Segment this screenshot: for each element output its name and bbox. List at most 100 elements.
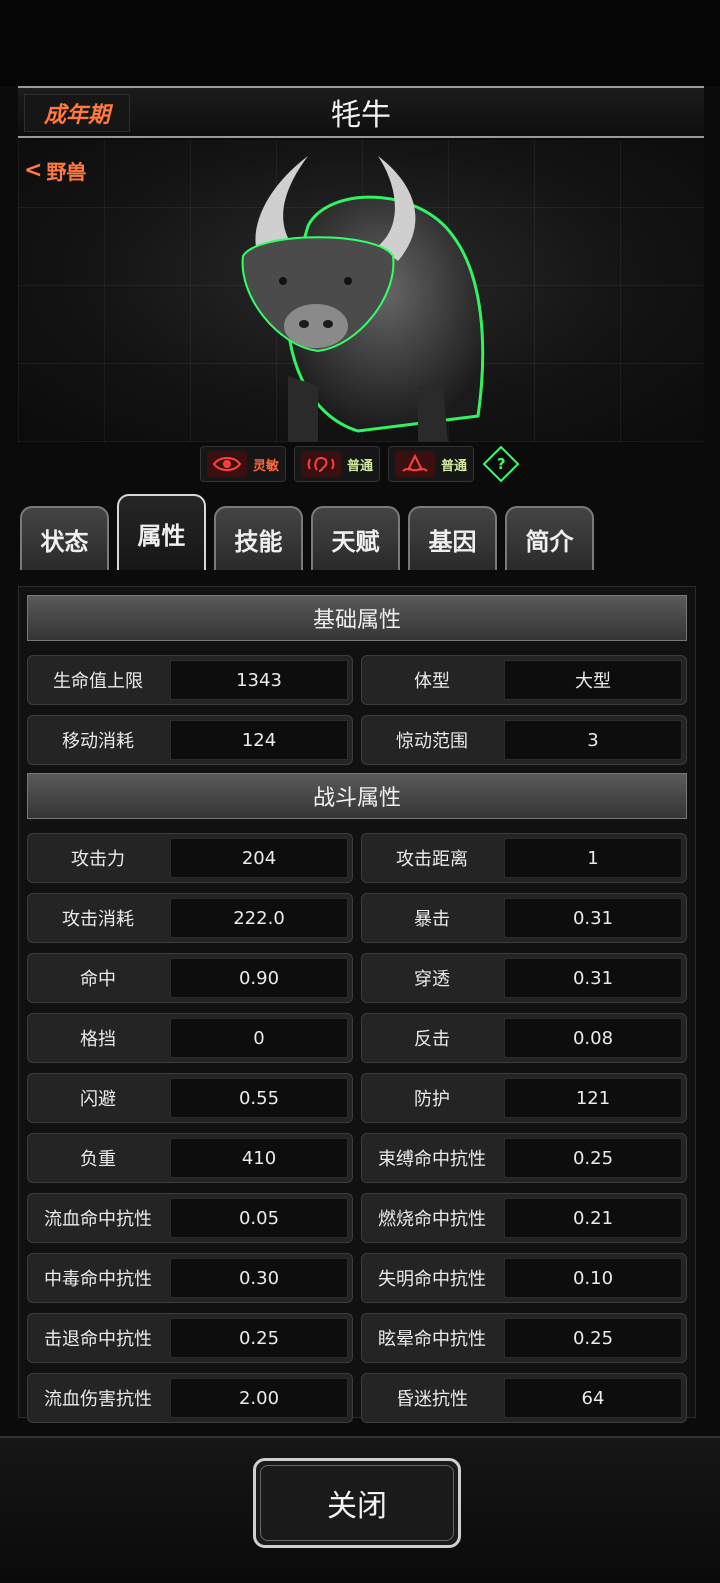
tab-intro[interactable]: 简介 xyxy=(505,506,594,570)
tab-bar: 状态 属性 技能 天赋 基因 简介 xyxy=(20,494,700,570)
stat-row: 生命值上限 1343 xyxy=(27,655,353,705)
stat-label: 失明命中抗性 xyxy=(378,1269,486,1290)
stat-value: 大型 xyxy=(504,660,682,700)
stat-label: 流血命中抗性 xyxy=(44,1209,152,1230)
sense-smell-label: 普通 xyxy=(441,458,468,474)
stat-value: 0.31 xyxy=(504,898,682,938)
tab-status[interactable]: 状态 xyxy=(20,506,109,570)
tab-attributes[interactable]: 属性 xyxy=(117,494,206,570)
stat-row: 攻击距离 1 xyxy=(361,833,687,883)
creature-portrait-area: < 野兽 xyxy=(18,140,704,442)
stat-value: 0.55 xyxy=(170,1078,348,1118)
nose-icon xyxy=(395,451,436,477)
stat-value: 3 xyxy=(504,720,682,760)
stat-value: 0.10 xyxy=(504,1258,682,1298)
stat-row: 体型 大型 xyxy=(361,655,687,705)
sense-sight[interactable]: 灵敏 xyxy=(200,446,287,482)
stat-value: 0.08 xyxy=(504,1018,682,1058)
stat-value: 0 xyxy=(170,1018,348,1058)
stat-label: 防护 xyxy=(414,1089,450,1110)
share-icon: < xyxy=(24,158,43,183)
stat-value: 0.25 xyxy=(504,1318,682,1358)
stat-label: 中毒命中抗性 xyxy=(44,1269,152,1290)
stat-row: 格挡 0 xyxy=(27,1013,353,1063)
tab-skills[interactable]: 技能 xyxy=(214,506,303,570)
stat-value: 1 xyxy=(504,838,682,878)
stat-value: 0.90 xyxy=(170,958,348,998)
stat-label: 昏迷抗性 xyxy=(396,1389,468,1410)
stat-label: 格挡 xyxy=(80,1029,116,1050)
stat-value: 2.00 xyxy=(170,1378,348,1418)
top-strip xyxy=(0,0,720,86)
stat-label: 暴击 xyxy=(414,909,450,930)
stat-label: 体型 xyxy=(414,671,450,692)
stat-value: 1343 xyxy=(170,660,348,700)
eye-icon xyxy=(207,451,247,477)
page-title: 牦牛 xyxy=(331,98,391,133)
stat-row: 昏迷抗性 64 xyxy=(361,1373,687,1423)
stat-label: 攻击消耗 xyxy=(62,909,134,930)
stat-value: 0.30 xyxy=(170,1258,348,1298)
stat-row: 流血命中抗性 0.05 xyxy=(27,1193,353,1243)
footer-bar: 关闭 xyxy=(0,1436,720,1583)
stat-row: 中毒命中抗性 0.30 xyxy=(27,1253,353,1303)
stat-row: 束缚命中抗性 0.25 xyxy=(361,1133,687,1183)
stat-value: 410 xyxy=(170,1138,348,1178)
stat-value: 0.31 xyxy=(504,958,682,998)
ear-icon xyxy=(301,451,342,477)
sense-hearing-label: 普通 xyxy=(347,458,374,474)
yak-portrait xyxy=(241,156,485,442)
stat-row: 闪避 0.55 xyxy=(27,1073,353,1123)
senses-bar: 灵敏 普通 普通 ? xyxy=(200,445,520,483)
section-combat-header: 战斗属性 xyxy=(27,773,687,819)
sense-hearing[interactable]: 普通 xyxy=(294,446,381,482)
stat-row: 眩晕命中抗性 0.25 xyxy=(361,1313,687,1363)
stat-value: 124 xyxy=(170,720,348,760)
stat-label: 命中 xyxy=(80,969,116,990)
stat-row: 穿透 0.31 xyxy=(361,953,687,1003)
stat-label: 反击 xyxy=(414,1029,450,1050)
tab-talents[interactable]: 天赋 xyxy=(311,506,400,570)
section-basic-header: 基础属性 xyxy=(27,595,687,641)
stat-value: 0.05 xyxy=(170,1198,348,1238)
sense-smell[interactable]: 普通 xyxy=(388,446,475,482)
stat-value: 0.25 xyxy=(504,1138,682,1178)
stat-label: 生命值上限 xyxy=(53,671,143,692)
stat-label: 惊动范围 xyxy=(396,731,468,752)
stat-row: 惊动范围 3 xyxy=(361,715,687,765)
close-button[interactable]: 关闭 xyxy=(253,1458,461,1548)
stat-label: 眩晕命中抗性 xyxy=(378,1329,486,1350)
stat-label: 闪避 xyxy=(80,1089,116,1110)
stat-row: 反击 0.08 xyxy=(361,1013,687,1063)
stat-label: 流血伤害抗性 xyxy=(44,1389,152,1410)
stat-value: 204 xyxy=(170,838,348,878)
stat-label: 负重 xyxy=(80,1149,116,1170)
stat-row: 移动消耗 124 xyxy=(27,715,353,765)
stat-row: 攻击力 204 xyxy=(27,833,353,883)
tab-genes[interactable]: 基因 xyxy=(408,506,497,570)
stat-label: 攻击力 xyxy=(71,849,125,870)
attributes-panel: 基础属性 生命值上限 1343 体型 大型 移动消耗 124 惊动范围 3 战斗… xyxy=(18,586,696,1423)
stat-value: 222.0 xyxy=(170,898,348,938)
stat-row: 攻击消耗 222.0 xyxy=(27,893,353,943)
sense-sight-label: 灵敏 xyxy=(253,458,280,474)
stat-label: 击退命中抗性 xyxy=(44,1329,152,1350)
category-label: 野兽 xyxy=(46,160,87,184)
stat-value: 121 xyxy=(504,1078,682,1118)
stat-row: 命中 0.90 xyxy=(27,953,353,1003)
stat-label: 燃烧命中抗性 xyxy=(378,1209,486,1230)
stat-label: 移动消耗 xyxy=(62,731,134,752)
stat-row: 暴击 0.31 xyxy=(361,893,687,943)
stat-value: 0.25 xyxy=(170,1318,348,1358)
stat-row: 击退命中抗性 0.25 xyxy=(27,1313,353,1363)
stat-value: 0.21 xyxy=(504,1198,682,1238)
stat-row: 失明命中抗性 0.10 xyxy=(361,1253,687,1303)
stat-row: 燃烧命中抗性 0.21 xyxy=(361,1193,687,1243)
stat-label: 穿透 xyxy=(414,969,450,990)
stat-value: 64 xyxy=(504,1378,682,1418)
stat-label: 束缚命中抗性 xyxy=(378,1149,486,1170)
stat-row: 负重 410 xyxy=(27,1133,353,1183)
category-link[interactable]: < 野兽 xyxy=(24,156,86,185)
help-icon[interactable]: ? xyxy=(482,445,520,483)
title-bar: 成年期 牦牛 xyxy=(18,86,704,138)
